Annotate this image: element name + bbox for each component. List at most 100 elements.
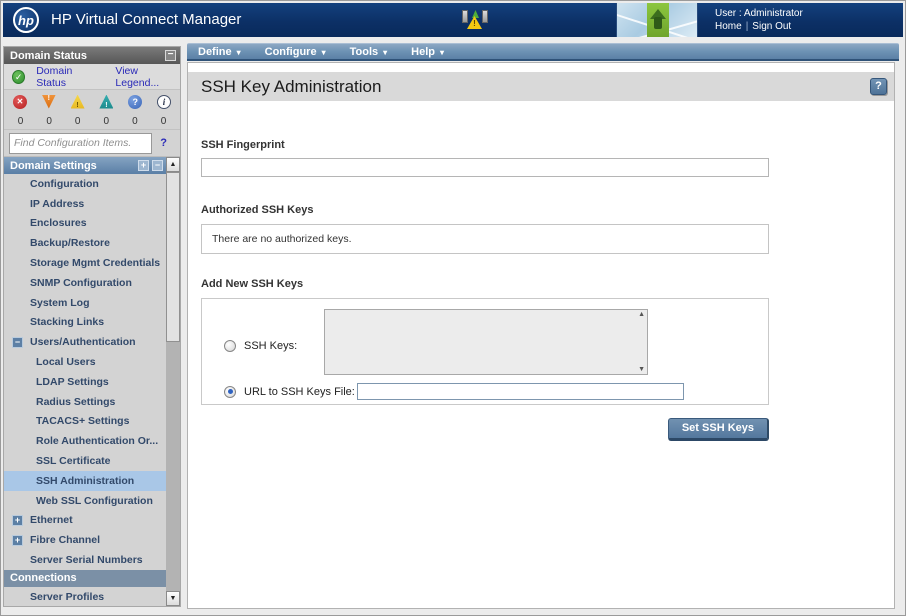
sidebar-item-system-log[interactable]: System Log xyxy=(4,293,166,313)
collapse-all-icon[interactable]: − xyxy=(152,160,163,171)
unknown-status-icon[interactable]: ? xyxy=(128,94,143,109)
app-window: hp HP Virtual Connect Manager ! User : A… xyxy=(0,0,906,616)
sidebar-item-users-authentication[interactable]: − Users/Authentication xyxy=(4,332,166,352)
textarea-scroll-down-icon[interactable]: ▼ xyxy=(638,366,645,373)
menu-define[interactable]: Define ▾ xyxy=(187,44,254,59)
chevron-down-icon: ▾ xyxy=(321,47,326,57)
sidebar-item-label: Configuration xyxy=(30,177,99,190)
scroll-up-icon[interactable]: ▲ xyxy=(166,157,180,172)
sidebar-item-ldap-settings[interactable]: LDAP Settings xyxy=(4,372,166,392)
sidebar-item-stacking-links[interactable]: Stacking Links xyxy=(4,313,166,333)
find-configuration-input[interactable] xyxy=(9,132,152,154)
textarea-scroll-up-icon[interactable]: ▲ xyxy=(638,311,645,318)
warning-triangle-icon: ! xyxy=(467,16,482,29)
enclosure-bay-icon xyxy=(462,10,468,23)
menu-label: Configure xyxy=(264,45,317,58)
sidebar-item-backup-restore[interactable]: Backup/Restore xyxy=(4,233,166,253)
domain-status-row: ✓ Domain Status View Legend... xyxy=(4,64,180,90)
menu-label: Define xyxy=(198,45,232,58)
find-row: ? xyxy=(4,130,180,157)
find-help-icon[interactable]: ? xyxy=(160,137,167,149)
domain-status-link[interactable]: Domain Status xyxy=(36,65,100,89)
scroll-down-icon[interactable]: ▼ xyxy=(166,591,180,606)
sidebar-item-label: Users/Authentication xyxy=(30,336,136,349)
sidebar-item-fibre-channel[interactable]: + Fibre Channel xyxy=(4,530,166,550)
home-link[interactable]: Home xyxy=(715,21,742,32)
app-title: HP Virtual Connect Manager xyxy=(51,11,242,28)
enclosure-bay-icon xyxy=(482,10,488,23)
critical-status-count: 0 xyxy=(17,115,24,127)
signout-link[interactable]: Sign Out xyxy=(752,21,791,32)
add-new-keys-label: Add New SSH Keys xyxy=(201,278,304,290)
info-status-icon[interactable]: i xyxy=(156,94,171,109)
expand-all-icon[interactable]: + xyxy=(138,160,149,171)
url-radio-label: URL to SSH Keys File: xyxy=(244,385,355,398)
sidebar-item-label: LDAP Settings xyxy=(36,375,109,388)
authorized-keys-label: Authorized SSH Keys xyxy=(201,204,314,216)
user-name: Administrator xyxy=(743,8,803,19)
sidebar-item-local-users[interactable]: Local Users xyxy=(4,352,166,372)
sidebar-item-enclosures[interactable]: Enclosures xyxy=(4,214,166,234)
sidebar-item-ip-address[interactable]: IP Address xyxy=(4,194,166,214)
sidebar-item-ssh-administration[interactable]: SSH Administration xyxy=(4,470,166,491)
url-option-row: URL to SSH Keys File: xyxy=(224,383,684,400)
major-status-count: 0 xyxy=(46,115,52,127)
sidebar-item-ethernet[interactable]: + Ethernet xyxy=(4,511,166,531)
domain-settings-header: Domain Settings + − xyxy=(4,157,166,174)
sidebar-item-snmp-configuration[interactable]: SNMP Configuration xyxy=(4,273,166,293)
sidebar-item-radius-settings[interactable]: Radius Settings xyxy=(4,392,166,412)
scrollbar-thumb[interactable] xyxy=(166,172,180,342)
sidebar-item-label: Web SSL Configuration xyxy=(36,494,153,507)
ssh-form: SSH Fingerprint Authorized SSH Keys Ther… xyxy=(188,139,894,441)
ssh-fingerprint-input[interactable] xyxy=(201,158,769,177)
domain-settings-tree: Configuration IP Address Enclosures Backup/… xyxy=(4,174,166,570)
menu-tools[interactable]: Tools ▾ xyxy=(339,44,401,59)
hp-logo-icon: hp xyxy=(13,7,39,33)
ssh-keys-radio[interactable] xyxy=(224,340,236,352)
info-status-count: 0 xyxy=(160,115,167,127)
sidebar-item-storage-mgmt-credentials[interactable]: Storage Mgmt Credentials xyxy=(4,253,166,273)
critical-status-icon[interactable]: ✕ xyxy=(13,94,27,109)
unknown-status-count: 0 xyxy=(132,115,138,127)
enclosure-thumbnail[interactable] xyxy=(616,3,698,37)
collapse-icon[interactable]: − xyxy=(12,336,23,348)
domain-status-title: Domain Status xyxy=(10,49,88,62)
sidebar-item-server-serial-numbers[interactable]: Server Serial Numbers xyxy=(4,550,166,570)
link-separator: | xyxy=(745,21,749,32)
menu-help[interactable]: Help ▾ xyxy=(400,44,457,59)
set-ssh-keys-button[interactable]: Set SSH Keys xyxy=(667,418,769,441)
enclosure-warning-icon[interactable]: ! xyxy=(462,10,488,30)
sidebar-item-role-authentication-or[interactable]: Role Authentication Or... xyxy=(4,431,166,451)
sidebar-item-configuration[interactable]: Configuration xyxy=(4,174,166,194)
add-new-keys-group: SSH Keys: ▲ ▼ URL to SSH Keys File: xyxy=(201,298,769,405)
minor-status-count: 0 xyxy=(74,115,81,127)
warning-status-icon[interactable]: ! xyxy=(99,94,114,109)
major-status-icon[interactable]: ! xyxy=(41,94,56,109)
expand-icon[interactable]: + xyxy=(12,514,23,526)
app-header: hp HP Virtual Connect Manager ! User : A… xyxy=(3,3,903,37)
minor-status-icon[interactable]: ! xyxy=(70,94,85,109)
chevron-down-icon: ▾ xyxy=(236,47,241,57)
menu-configure[interactable]: Configure ▾ xyxy=(254,44,339,59)
url-input[interactable] xyxy=(356,383,684,400)
domain-status-header: Domain Status − xyxy=(4,47,180,64)
sidebar-item-label: SSL Certificate xyxy=(36,455,111,468)
sidebar-item-web-ssl-configuration[interactable]: Web SSL Configuration xyxy=(4,491,166,511)
sidebar-item-server-profiles[interactable]: Server Profiles xyxy=(4,587,166,607)
connections-title: Connections xyxy=(10,572,77,585)
sidebar-item-label: TACACS+ Settings xyxy=(36,415,130,428)
sidebar-item-tacacs-settings[interactable]: TACACS+ Settings xyxy=(4,412,166,432)
sidebar-item-label: IP Address xyxy=(30,197,85,210)
url-radio[interactable] xyxy=(224,385,236,398)
collapse-icon[interactable]: − xyxy=(165,50,176,61)
chevron-down-icon: ▾ xyxy=(439,47,444,57)
sidebar-item-label: SSH Administration xyxy=(36,474,135,487)
sidebar-scrollbar[interactable]: ▲ ▼ xyxy=(166,157,180,606)
sidebar-item-label: Enclosures xyxy=(30,217,87,230)
ssh-keys-textarea[interactable] xyxy=(324,309,648,375)
view-legend-link[interactable]: View Legend... xyxy=(115,65,180,89)
sidebar-item-ssl-certificate[interactable]: SSL Certificate xyxy=(4,451,166,471)
help-button[interactable]: ? xyxy=(870,78,887,95)
thumbnail-figure xyxy=(654,17,662,29)
expand-icon[interactable]: + xyxy=(12,534,23,546)
